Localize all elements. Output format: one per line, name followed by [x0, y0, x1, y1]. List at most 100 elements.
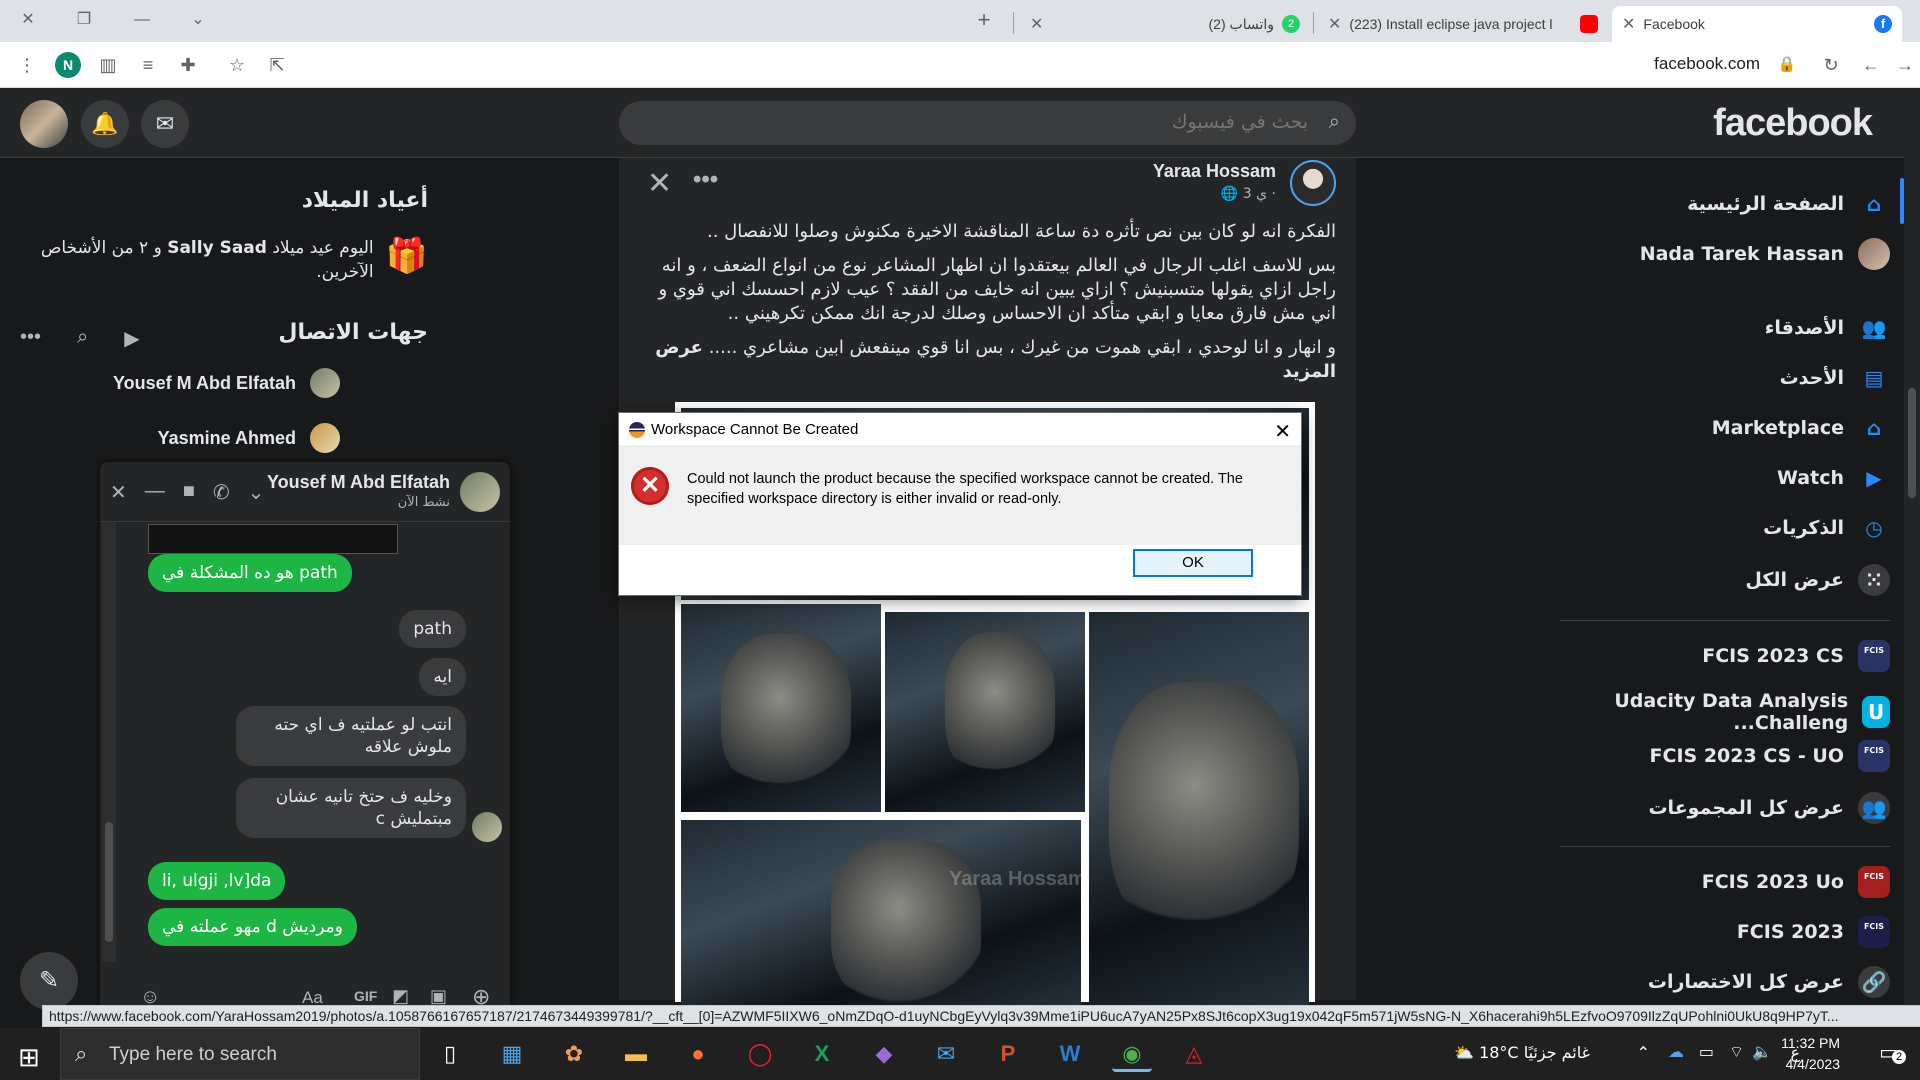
more-dots-icon[interactable]: ••• — [20, 326, 41, 351]
contact-item[interactable]: Yasmine Ahmed — [158, 423, 340, 453]
wifi-icon[interactable]: ⌔ — [1729, 1042, 1744, 1062]
birthday-notice[interactable]: 🎁 اليوم عيد ميلاد Sally Saad و ٢ من الأش… — [18, 236, 428, 284]
tab-whatsapp[interactable]: ✕ (2) واتساب 2 — [1020, 6, 1310, 42]
menu-dots-icon[interactable]: ⋮ — [14, 52, 40, 78]
chat-header[interactable]: Yousef M Abd Elfatah نشط الآن ✕ — ■ ✆ ⌄ — [100, 462, 510, 522]
account-avatar[interactable] — [20, 100, 68, 148]
post-author-avatar[interactable] — [1290, 160, 1336, 206]
taskbar-clock[interactable]: 11:32 PM 4/4/2023 — [1781, 1033, 1840, 1075]
file-explorer-icon[interactable]: ▬ — [616, 1036, 656, 1072]
facebook-logo[interactable]: facebook — [1713, 102, 1873, 145]
chrome-icon[interactable]: ◉ — [1112, 1036, 1152, 1072]
word-icon[interactable]: W — [1050, 1036, 1090, 1072]
profile-avatar[interactable]: N — [55, 52, 81, 78]
search-icon[interactable]: ⌕ — [77, 326, 88, 351]
chat-scrollbar[interactable] — [102, 522, 116, 962]
contact-item[interactable]: Yousef M Abd Elfatah — [113, 368, 340, 398]
volume-icon[interactable]: 🔈 — [1752, 1042, 1772, 1062]
chat-contact-name[interactable]: Yousef M Abd Elfatah — [267, 472, 450, 493]
watch-icon: ▶ — [1866, 466, 1882, 490]
reading-list-icon[interactable]: ≡ — [135, 52, 161, 78]
birthday-person[interactable]: Sally Saad — [167, 238, 267, 258]
paint-icon[interactable]: ✿ — [554, 1036, 594, 1072]
close-icon[interactable]: ✕ — [110, 480, 127, 505]
onedrive-icon[interactable]: ☁ — [1668, 1042, 1684, 1062]
search-input[interactable] — [708, 111, 1308, 133]
excel-icon[interactable]: X — [802, 1036, 842, 1072]
video-room-icon[interactable]: ▶ — [124, 326, 139, 351]
phone-icon[interactable]: ✆ — [213, 480, 230, 505]
sticker-icon[interactable]: ◩ — [392, 986, 409, 1007]
see-all-shortcuts[interactable]: 🔗 عرض كل الاختصارات — [1648, 966, 1890, 998]
notifications-bell-icon[interactable]: 🔔 — [81, 100, 129, 148]
post-photo[interactable] — [681, 820, 1081, 1010]
nav-profile[interactable]: Nada Tarek Hassan — [1640, 238, 1890, 270]
video-call-icon[interactable]: ■ — [183, 480, 195, 505]
shared-image-thumbnail[interactable] — [148, 524, 398, 554]
new-message-button[interactable]: ✎ — [20, 952, 78, 1010]
tab-facebook[interactable]: ✕ Facebook f — [1612, 6, 1902, 42]
ok-button[interactable]: OK — [1133, 549, 1253, 577]
nav-marketplace[interactable]: ⌂ Marketplace — [1712, 412, 1890, 444]
windows-start-icon[interactable]: ⊞ — [18, 1042, 40, 1073]
weather-widget[interactable]: ⛅ 18°C غائم جزئيًا — [1454, 1043, 1590, 1062]
extensions-icon[interactable]: ✚ — [175, 52, 201, 78]
taskbar-search[interactable]: ⌕ Type here to search — [60, 1028, 420, 1080]
task-view-icon[interactable]: ▯ — [430, 1036, 470, 1072]
bookmark-star-icon[interactable]: ☆ — [224, 52, 250, 78]
group-item[interactable]: U Udacity Data Analysis Challeng... — [1540, 690, 1890, 734]
share-icon[interactable]: ⇱ — [264, 52, 290, 78]
more-dots-icon[interactable]: ••• — [693, 166, 718, 194]
shortcut-item[interactable]: FCIS FCIS 2023 — [1737, 916, 1890, 948]
tab-search-icon[interactable]: ⌄ — [184, 8, 212, 32]
close-icon[interactable]: ✕ — [1622, 14, 1635, 34]
close-icon[interactable]: ✕ — [1274, 419, 1291, 444]
nav-memories[interactable]: ◷ الذكريات — [1763, 512, 1890, 544]
post-author-name[interactable]: Yaraa Hossam — [1153, 161, 1276, 182]
messenger-icon[interactable]: ✉ — [141, 100, 189, 148]
forward-arrow-icon[interactable]: → — [1892, 52, 1918, 78]
restore-window-icon[interactable]: ❐ — [70, 8, 98, 32]
address-bar-url[interactable]: facebook.com — [1654, 54, 1760, 74]
tab-youtube[interactable]: ✕ (223) Install eclipse java project l — [1318, 6, 1608, 42]
post-time[interactable]: 🌐 3 ي · — [1221, 186, 1276, 202]
close-icon[interactable]: ✕ — [647, 166, 672, 201]
post-photo[interactable] — [1089, 612, 1309, 1006]
post-photo[interactable] — [885, 612, 1085, 812]
chevron-down-icon[interactable]: ⌄ — [248, 480, 265, 505]
post-photo[interactable] — [681, 604, 881, 812]
shortcut-item[interactable]: FCIS FCIS 2023 Uo — [1702, 866, 1890, 898]
opera-icon[interactable]: ◯ — [740, 1036, 780, 1072]
nav-friends[interactable]: 👥 الأصدقاء — [1765, 312, 1890, 344]
gif-icon[interactable]: GIF — [354, 988, 377, 1004]
lock-icon[interactable]: 🔒 — [1774, 52, 1800, 78]
close-icon[interactable]: ✕ — [1030, 14, 1043, 34]
minimize-icon[interactable]: — — [145, 480, 165, 505]
link-status-bar: https://www.facebook.com/YaraHossam2019/… — [42, 1005, 1920, 1027]
photo-icon[interactable]: ▣ — [430, 986, 447, 1007]
visual-studio-icon[interactable]: ◆ — [864, 1036, 904, 1072]
group-item[interactable]: FCIS FCIS 2023 CS — [1702, 640, 1890, 672]
see-all-groups[interactable]: 👥 عرض كل المجموعات — [1648, 792, 1890, 824]
nav-feeds[interactable]: ▤ الأحدث — [1780, 362, 1890, 394]
close-icon[interactable]: ✕ — [1328, 14, 1341, 34]
side-panel-icon[interactable]: ▥ — [95, 52, 121, 78]
nav-home[interactable]: ⌂ الصفحة الرئيسية — [1687, 188, 1890, 220]
close-window-icon[interactable]: ✕ — [14, 8, 42, 32]
new-tab-icon[interactable]: + — [970, 8, 998, 32]
microsoft-store-icon[interactable]: ▦ — [492, 1036, 532, 1072]
reload-icon[interactable]: ↻ — [1818, 52, 1844, 78]
minimize-window-icon[interactable]: — — [128, 8, 156, 32]
search-box[interactable]: ⌕ — [619, 101, 1356, 145]
firefox-icon[interactable]: ● — [678, 1036, 718, 1072]
mail-icon[interactable]: ✉ — [926, 1036, 966, 1072]
powerpoint-icon[interactable]: P — [988, 1036, 1028, 1072]
back-arrow-icon[interactable]: ← — [1858, 52, 1884, 78]
nav-watch[interactable]: ▶ Watch — [1777, 462, 1890, 494]
page-scrollbar[interactable] — [1904, 88, 1920, 1018]
battery-icon[interactable]: ▭ — [1699, 1042, 1714, 1062]
acrobat-icon[interactable]: ◬ — [1174, 1036, 1214, 1072]
group-item[interactable]: FCIS FCIS 2023 CS - UO — [1650, 740, 1890, 772]
nav-see-all[interactable]: ⁙ عرض الكل — [1745, 564, 1890, 596]
chevron-up-icon[interactable]: ⌃ — [1637, 1043, 1650, 1063]
